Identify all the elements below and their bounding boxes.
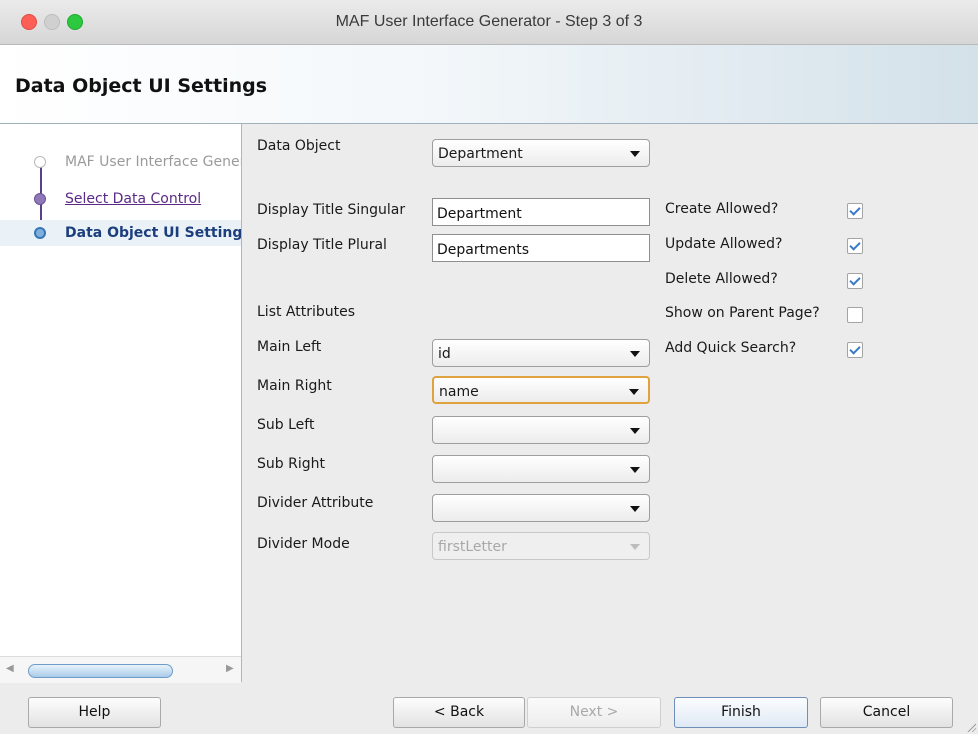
back-button[interactable]: < Back [393, 697, 525, 728]
step-circle-icon [34, 193, 46, 205]
wizard-step-nav: MAF User Interface Generator Select Data… [0, 124, 242, 683]
chevron-down-icon [629, 389, 639, 395]
wizard-header: Data Object UI Settings [0, 45, 978, 124]
scrollbar-thumb[interactable] [28, 664, 173, 678]
update-allowed-checkbox[interactable] [847, 238, 863, 254]
display-title-plural-label: Display Title Plural [257, 237, 387, 253]
main-right-select[interactable]: name [432, 376, 650, 404]
main-left-label: Main Left [257, 339, 322, 355]
display-title-singular-field[interactable] [432, 198, 650, 226]
add-quick-search-checkbox[interactable] [847, 342, 863, 358]
nav-step-select-data-control[interactable]: Select Data Control [0, 186, 241, 212]
nav-step-generator: MAF User Interface Generator [0, 149, 241, 175]
finish-button[interactable]: Finish [674, 697, 808, 728]
help-button[interactable]: Help [28, 697, 161, 728]
divider-mode-select: firstLetter [432, 532, 650, 560]
show-on-parent-page-checkbox[interactable] [847, 307, 863, 323]
chevron-down-icon [630, 428, 640, 434]
delete-allowed-label: Delete Allowed? [665, 271, 778, 287]
window-title-bar: MAF User Interface Generator - Step 3 of… [0, 0, 978, 45]
chevron-down-icon [630, 544, 640, 550]
sub-right-label: Sub Right [257, 456, 325, 472]
data-object-select[interactable]: Department [432, 139, 650, 167]
nav-step-data-object-ui-settings[interactable]: Data Object UI Settings [0, 220, 241, 246]
display-title-plural-field[interactable] [432, 234, 650, 262]
main-left-value: id [438, 346, 451, 362]
chevron-down-icon [630, 506, 640, 512]
nav-step-label[interactable]: Select Data Control [65, 186, 201, 212]
display-title-singular-input[interactable] [433, 199, 649, 225]
sub-left-label: Sub Left [257, 417, 315, 433]
display-title-plural-input[interactable] [433, 235, 649, 261]
main-left-select[interactable]: id [432, 339, 650, 367]
list-attributes-heading: List Attributes [257, 304, 356, 320]
chevron-down-icon [630, 151, 640, 157]
main-right-value: name [439, 384, 479, 400]
update-allowed-label: Update Allowed? [665, 236, 783, 252]
add-quick-search-label: Add Quick Search? [665, 340, 797, 356]
divider-attribute-label: Divider Attribute [257, 495, 374, 511]
next-button: Next > [527, 697, 661, 728]
step-circle-icon [34, 156, 46, 168]
create-allowed-label: Create Allowed? [665, 201, 779, 217]
scroll-left-arrow-icon[interactable]: ◀ [6, 663, 14, 674]
current-step-circle-icon [34, 227, 46, 239]
divider-mode-value: firstLetter [438, 539, 507, 555]
divider-mode-label: Divider Mode [257, 536, 350, 552]
main-right-label: Main Right [257, 378, 332, 394]
sub-left-select[interactable] [432, 416, 650, 444]
data-object-value: Department [438, 146, 523, 162]
window-title: MAF User Interface Generator - Step 3 of… [335, 13, 643, 30]
display-title-singular-label: Display Title Singular [257, 202, 406, 218]
nav-step-label: MAF User Interface Generator [65, 154, 241, 170]
divider-attribute-select[interactable] [432, 494, 650, 522]
show-on-parent-page-label: Show on Parent Page? [665, 305, 820, 321]
chevron-down-icon [630, 351, 640, 357]
page-title: Data Object UI Settings [15, 75, 268, 97]
chevron-down-icon [630, 467, 640, 473]
data-object-label: Data Object [257, 138, 341, 154]
cancel-button[interactable]: Cancel [820, 697, 953, 728]
window-resize-grip[interactable] [966, 722, 976, 732]
delete-allowed-checkbox[interactable] [847, 273, 863, 289]
create-allowed-checkbox[interactable] [847, 203, 863, 219]
scroll-right-arrow-icon[interactable]: ▶ [226, 663, 234, 674]
nav-horizontal-scrollbar[interactable]: ◀ ▶ [0, 656, 241, 683]
nav-step-label: Data Object UI Settings [65, 225, 241, 241]
sub-right-select[interactable] [432, 455, 650, 483]
